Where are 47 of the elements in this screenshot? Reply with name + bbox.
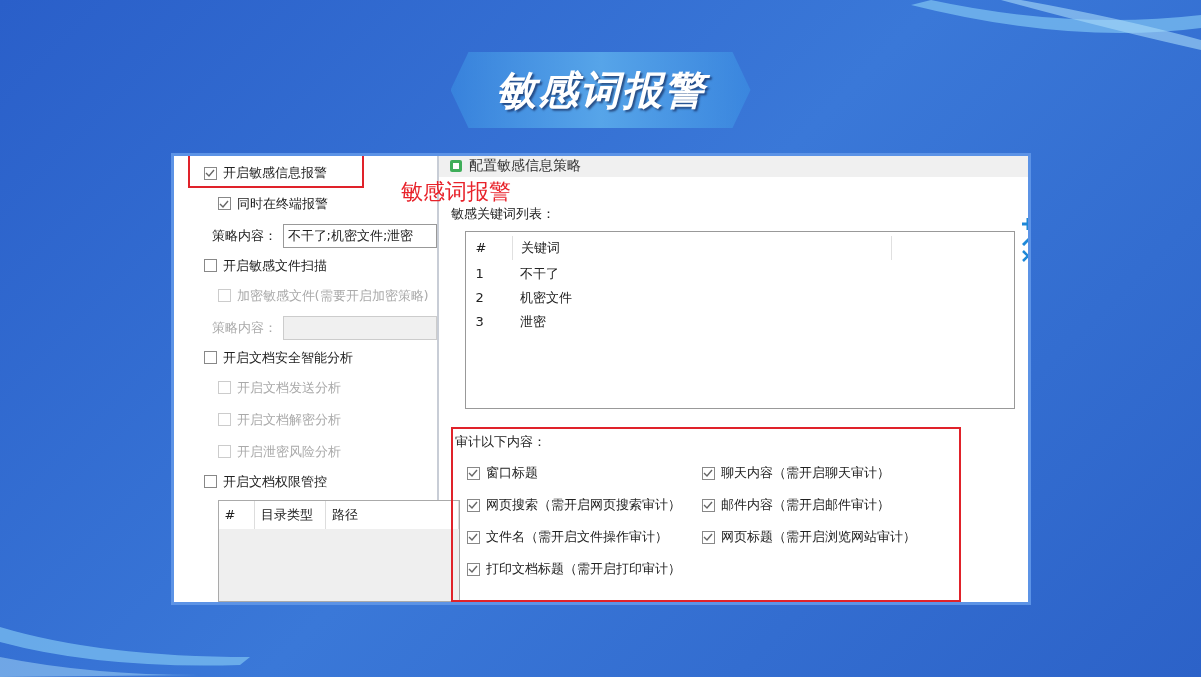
- option-label: 同时在终端报警: [236, 194, 328, 213]
- option-label: 邮件内容（需开启邮件审计）: [720, 496, 890, 515]
- field-label: 策略内容：: [211, 318, 277, 337]
- section-label: 审计以下内容：: [453, 434, 546, 450]
- option-label: 开启敏感文件扫描: [222, 256, 327, 275]
- checkbox[interactable]: [466, 562, 480, 576]
- checkbox[interactable]: [466, 466, 480, 480]
- checkbox[interactable]: [701, 530, 715, 544]
- table-cell-text: 不干了: [518, 264, 560, 283]
- table-cell-text: 3: [474, 314, 485, 330]
- option-label: 文件名（需开启文件操作审计）: [485, 528, 668, 547]
- option-label: 加密敏感文件(需要开启加密策略): [236, 286, 429, 305]
- field-label: 策略内容：: [211, 226, 277, 245]
- list-label: 敏感关键词列表：: [450, 204, 556, 223]
- column-header[interactable]: 关键词: [511, 235, 892, 260]
- checkbox[interactable]: [701, 498, 715, 512]
- column-header[interactable]: #: [218, 501, 256, 529]
- column-header[interactable]: 目录类型: [255, 501, 327, 529]
- option-label: 开启文档解密分析: [236, 410, 341, 429]
- checkbox[interactable]: [701, 466, 715, 480]
- table-cell-text: 泄密: [518, 312, 547, 331]
- checkbox[interactable]: [466, 498, 480, 512]
- option-label: 网页标题（需开启浏览网站审计）: [720, 528, 916, 547]
- table-cell-text: 1: [474, 266, 485, 282]
- checkbox[interactable]: [203, 475, 217, 489]
- option-label: 开启泄密风险分析: [236, 442, 341, 461]
- checkbox[interactable]: [203, 166, 217, 180]
- option-label: 网页搜索（需开启网页搜索审计）: [485, 496, 681, 515]
- checkbox[interactable]: [466, 530, 480, 544]
- option-label: 开启文档安全智能分析: [222, 348, 353, 367]
- option-label: 聊天内容（需开启聊天审计）: [720, 464, 890, 483]
- input-field[interactable]: 不干了;机密文件;泄密: [282, 223, 437, 248]
- column-header[interactable]: 路径: [326, 501, 459, 529]
- option-label: 开启文档发送分析: [236, 378, 341, 397]
- table-cell-text: 2: [474, 290, 485, 306]
- checkbox[interactable]: [203, 259, 217, 273]
- checkbox[interactable]: [203, 351, 217, 365]
- annotation-label: 敏感词报警: [400, 181, 511, 203]
- option-label: 开启文档权限管控: [222, 472, 327, 491]
- column-header[interactable]: #: [467, 240, 512, 256]
- table-cell-text: 机密文件: [518, 288, 573, 307]
- dialog-title: 配置敏感信息策略: [468, 157, 581, 176]
- app-icon: [448, 159, 463, 174]
- option-label: 窗口标题: [485, 464, 538, 483]
- option-label: 开启敏感信息报警: [222, 164, 327, 183]
- option-label: 打印文档标题（需开启打印审计）: [485, 560, 681, 579]
- checkbox[interactable]: [217, 197, 231, 211]
